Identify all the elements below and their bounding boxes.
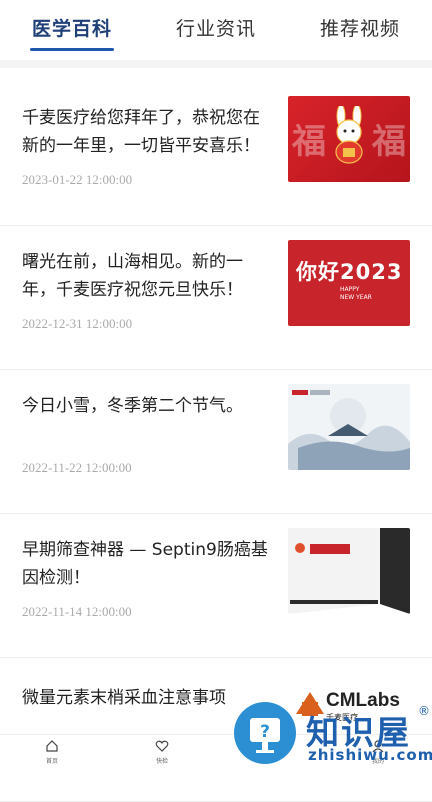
article-title: 曙光在前，山海相见。新的一年，千麦医疗祝您元旦快乐！ bbox=[22, 252, 243, 300]
divider bbox=[0, 60, 432, 68]
question-monitor-icon: ? bbox=[250, 718, 280, 753]
snow-landscape-illustration bbox=[288, 384, 410, 470]
article-thumbnail: 福 福 bbox=[288, 96, 410, 182]
article-title: 早期筛查神器 — Septin9肠癌基因检测！ bbox=[22, 540, 268, 588]
tab-recommended-videos[interactable]: 推荐视频 bbox=[320, 14, 400, 41]
rabbit-illustration bbox=[335, 106, 363, 164]
thumbnail-text: HAPPY NEW YEAR bbox=[340, 286, 372, 301]
home-icon bbox=[46, 740, 58, 752]
article-title: 千麦医疗给您拜年了，恭祝您在新的一年里，一切皆平安喜乐！ bbox=[22, 108, 260, 156]
article-thumbnail bbox=[288, 528, 410, 614]
nav-home[interactable]: 首页 bbox=[32, 739, 72, 765]
tab-medical-encyclopedia[interactable]: 医学百科 bbox=[32, 14, 112, 41]
thumbnail-text: 你好2023 bbox=[296, 260, 403, 284]
watermark-url: zhishiwu.com bbox=[308, 746, 432, 764]
watermark-registered: ® bbox=[418, 704, 430, 718]
article-date: 2022-11-14 12:00:00 bbox=[22, 604, 132, 619]
product-box-illustration bbox=[288, 528, 410, 614]
nav-label: 首页 bbox=[45, 758, 58, 765]
article-date: 2022-12-31 12:00:00 bbox=[22, 316, 133, 331]
article-date: 2022-11-22 12:00:00 bbox=[22, 460, 132, 475]
article-item[interactable]: 今日小雪，冬季第二个节气。 2022-11-22 12:00:00 bbox=[0, 370, 432, 514]
tab-industry-news[interactable]: 行业资讯 bbox=[176, 14, 256, 41]
article-thumbnail bbox=[288, 384, 410, 470]
top-tabs: 医学百科 行业资讯 推荐视频 bbox=[0, 0, 432, 62]
article-thumbnail: 你好2023 HAPPY NEW YEAR bbox=[288, 240, 410, 326]
article-item[interactable]: 早期筛查神器 — Septin9肠癌基因检测！ 2022-11-14 12:00… bbox=[0, 514, 432, 658]
article-item[interactable]: 曙光在前，山海相见。新的一年，千麦医疗祝您元旦快乐！ 2022-12-31 12… bbox=[0, 226, 432, 370]
heart-icon bbox=[155, 740, 169, 752]
nav-quick-test[interactable]: 快检 bbox=[142, 739, 182, 765]
watermark-logo: ? bbox=[234, 702, 296, 764]
svg-text:?: ? bbox=[260, 722, 270, 742]
article-date: 2023-01-22 12:00:00 bbox=[22, 172, 133, 187]
article-title: 今日小雪，冬季第二个节气。 bbox=[22, 396, 243, 416]
nav-label: 快检 bbox=[155, 758, 168, 765]
active-tab-indicator bbox=[30, 48, 114, 51]
watermark: ? 知识屋 ® zhishiwu.com bbox=[234, 702, 432, 768]
article-item[interactable]: 千麦医疗给您拜年了，恭祝您在新的一年里，一切皆平安喜乐！ 2023-01-22 … bbox=[0, 82, 432, 226]
